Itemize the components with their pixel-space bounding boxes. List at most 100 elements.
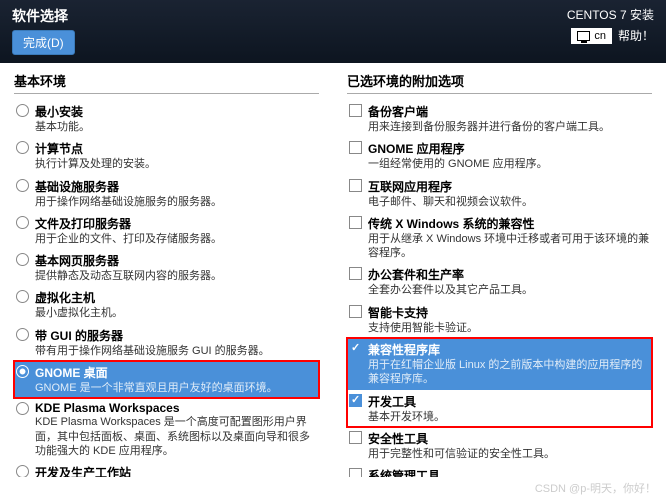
addon-item-label: 兼容性程序库 bbox=[368, 341, 650, 358]
env-item-body: 基本网页服务器提供静态及动态互联网内容的服务器。 bbox=[35, 252, 317, 283]
env-item-desc: 基本功能。 bbox=[35, 120, 317, 134]
addon-item[interactable]: 办公套件和生产率全套办公套件以及其它产品工具。 bbox=[347, 263, 652, 300]
base-environment-heading: 基本环境 bbox=[14, 71, 319, 94]
addon-item-label: 互联网应用程序 bbox=[368, 178, 650, 195]
addon-item[interactable]: 互联网应用程序电子邮件、聊天和视频会议软件。 bbox=[347, 175, 652, 212]
addon-item-label: 安全性工具 bbox=[368, 430, 650, 447]
env-item-label: 虚拟化主机 bbox=[35, 289, 317, 306]
env-item[interactable]: 虚拟化主机最小虚拟化主机。 bbox=[14, 286, 319, 323]
addon-item[interactable]: 兼容性程序库用于在红帽企业版 Linux 的之前版本中构建的应用程序的兼容程序库… bbox=[347, 338, 652, 390]
env-item-desc: 用于企业的文件、打印及存储服务器。 bbox=[35, 232, 317, 246]
radio-icon bbox=[16, 216, 29, 229]
env-item-label: 基本网页服务器 bbox=[35, 252, 317, 269]
addon-item-body: 办公套件和生产率全套办公套件以及其它产品工具。 bbox=[368, 266, 650, 297]
keyboard-icon bbox=[577, 31, 590, 41]
addon-item-body: 系统管理工具 bbox=[368, 467, 650, 477]
env-item-label: 文件及打印服务器 bbox=[35, 215, 317, 232]
keyboard-layout: cn bbox=[594, 30, 606, 42]
header-right: CENTOS 7 安装 cn 帮助！ bbox=[567, 6, 654, 44]
addon-item[interactable]: 智能卡支持支持使用智能卡验证。 bbox=[347, 301, 652, 338]
checkbox-icon bbox=[349, 342, 362, 355]
radio-icon bbox=[16, 328, 29, 341]
env-item[interactable]: 文件及打印服务器用于企业的文件、打印及存储服务器。 bbox=[14, 212, 319, 249]
env-item-label: GNOME 桌面 bbox=[35, 364, 317, 381]
addon-item-label: 备份客户端 bbox=[368, 103, 650, 120]
radio-icon bbox=[16, 465, 29, 477]
addon-item-desc: 用于在红帽企业版 Linux 的之前版本中构建的应用程序的兼容程序库。 bbox=[368, 358, 650, 387]
env-item[interactable]: 带 GUI 的服务器带有用于操作网络基础设施服务 GUI 的服务器。 bbox=[14, 324, 319, 361]
env-item[interactable]: 开发及生产工作站用于软件、硬件、图形或者内容开发的工作站。 bbox=[14, 461, 319, 477]
radio-icon bbox=[16, 104, 29, 117]
env-item-body: 基础设施服务器用于操作网络基础设施服务的服务器。 bbox=[35, 178, 317, 209]
addon-item-label: 系统管理工具 bbox=[368, 467, 650, 477]
addon-item-desc: 用于从继承 X Windows 环境中迁移或者可用于该环境的兼容程序。 bbox=[368, 232, 650, 261]
env-item-desc: 最小虚拟化主机。 bbox=[35, 306, 317, 320]
radio-icon bbox=[16, 365, 29, 378]
addon-item-desc: 电子邮件、聊天和视频会议软件。 bbox=[368, 195, 650, 209]
env-item[interactable]: 最小安装基本功能。 bbox=[14, 100, 319, 137]
checkbox-icon bbox=[349, 179, 362, 192]
env-item-desc: 提供静态及动态互联网内容的服务器。 bbox=[35, 269, 317, 283]
addon-item[interactable]: 安全性工具用于完整性和可信验证的安全性工具。 bbox=[347, 427, 652, 464]
addon-item-label: 办公套件和生产率 bbox=[368, 266, 650, 283]
env-item-body: 文件及打印服务器用于企业的文件、打印及存储服务器。 bbox=[35, 215, 317, 246]
addon-item-body: 互联网应用程序电子邮件、聊天和视频会议软件。 bbox=[368, 178, 650, 209]
addon-item-label: GNOME 应用程序 bbox=[368, 140, 650, 157]
env-item-label: 带 GUI 的服务器 bbox=[35, 327, 317, 344]
addon-item-body: 智能卡支持支持使用智能卡验证。 bbox=[368, 304, 650, 335]
addons-heading: 已选环境的附加选项 bbox=[347, 71, 652, 94]
radio-icon bbox=[16, 253, 29, 266]
addon-item-body: 兼容性程序库用于在红帽企业版 Linux 的之前版本中构建的应用程序的兼容程序库… bbox=[368, 341, 650, 387]
header-controls: cn 帮助！ bbox=[571, 27, 654, 44]
env-item-label: KDE Plasma Workspaces bbox=[35, 401, 317, 415]
env-item-label: 开发及生产工作站 bbox=[35, 464, 317, 477]
addon-item-label: 智能卡支持 bbox=[368, 304, 650, 321]
highlighted-group: 兼容性程序库用于在红帽企业版 Linux 的之前版本中构建的应用程序的兼容程序库… bbox=[347, 338, 652, 427]
env-item-desc: 执行计算及处理的安装。 bbox=[35, 157, 317, 171]
addon-item[interactable]: 开发工具基本开发环境。 bbox=[347, 390, 652, 427]
addon-item[interactable]: 备份客户端用来连接到备份服务器并进行备份的客户端工具。 bbox=[347, 100, 652, 137]
env-item[interactable]: 基本网页服务器提供静态及动态互联网内容的服务器。 bbox=[14, 249, 319, 286]
addon-item[interactable]: 系统管理工具 bbox=[347, 464, 652, 477]
env-item[interactable]: 基础设施服务器用于操作网络基础设施服务的服务器。 bbox=[14, 175, 319, 212]
addon-item-desc: 用来连接到备份服务器并进行备份的客户端工具。 bbox=[368, 120, 650, 134]
env-item[interactable]: 计算节点执行计算及处理的安装。 bbox=[14, 137, 319, 174]
done-button[interactable]: 完成(D) bbox=[12, 30, 75, 55]
addon-item-desc: 全套办公套件以及其它产品工具。 bbox=[368, 283, 650, 297]
env-item-body: 最小安装基本功能。 bbox=[35, 103, 317, 134]
checkbox-icon bbox=[349, 267, 362, 280]
addon-item-desc: 基本开发环境。 bbox=[368, 410, 650, 424]
env-item-label: 计算节点 bbox=[35, 140, 317, 157]
checkbox-icon bbox=[349, 104, 362, 117]
checkbox-icon bbox=[349, 394, 362, 407]
env-item-label: 最小安装 bbox=[35, 103, 317, 120]
watermark: CSDN @p-明天，你好！ bbox=[535, 480, 656, 496]
addon-item-body: 安全性工具用于完整性和可信验证的安全性工具。 bbox=[368, 430, 650, 461]
addon-item-body: GNOME 应用程序一组经常使用的 GNOME 应用程序。 bbox=[368, 140, 650, 171]
checkbox-icon bbox=[349, 431, 362, 444]
env-item-body: 虚拟化主机最小虚拟化主机。 bbox=[35, 289, 317, 320]
keyboard-indicator[interactable]: cn bbox=[571, 28, 612, 44]
header: 软件选择 完成(D) CENTOS 7 安装 cn 帮助！ bbox=[0, 0, 666, 63]
help-button[interactable]: 帮助！ bbox=[618, 27, 654, 44]
addons-panel: 已选环境的附加选项 备份客户端用来连接到备份服务器并进行备份的客户端工具。GNO… bbox=[333, 63, 666, 477]
addon-item-desc: 用于完整性和可信验证的安全性工具。 bbox=[368, 447, 650, 461]
radio-icon bbox=[16, 179, 29, 192]
env-item[interactable]: KDE Plasma WorkspacesKDE Plasma Workspac… bbox=[14, 398, 319, 461]
env-item-body: 计算节点执行计算及处理的安装。 bbox=[35, 140, 317, 171]
checkbox-icon bbox=[349, 305, 362, 318]
env-item-label: 基础设施服务器 bbox=[35, 178, 317, 195]
addon-item-label: 开发工具 bbox=[368, 393, 650, 410]
env-item-desc: GNOME 是一个非常直观且用户友好的桌面环境。 bbox=[35, 381, 317, 395]
install-title: CENTOS 7 安装 bbox=[567, 6, 654, 23]
addon-item[interactable]: 传统 X Windows 系统的兼容性用于从继承 X Windows 环境中迁移… bbox=[347, 212, 652, 264]
content: 基本环境 最小安装基本功能。计算节点执行计算及处理的安装。基础设施服务器用于操作… bbox=[0, 63, 666, 477]
radio-icon bbox=[16, 402, 29, 415]
radio-icon bbox=[16, 290, 29, 303]
addon-item-body: 传统 X Windows 系统的兼容性用于从继承 X Windows 环境中迁移… bbox=[368, 215, 650, 261]
header-left: 软件选择 完成(D) bbox=[12, 6, 75, 55]
checkbox-icon bbox=[349, 468, 362, 477]
env-item[interactable]: GNOME 桌面GNOME 是一个非常直观且用户友好的桌面环境。 bbox=[14, 361, 319, 398]
addon-item[interactable]: GNOME 应用程序一组经常使用的 GNOME 应用程序。 bbox=[347, 137, 652, 174]
env-item-desc: 用于操作网络基础设施服务的服务器。 bbox=[35, 195, 317, 209]
